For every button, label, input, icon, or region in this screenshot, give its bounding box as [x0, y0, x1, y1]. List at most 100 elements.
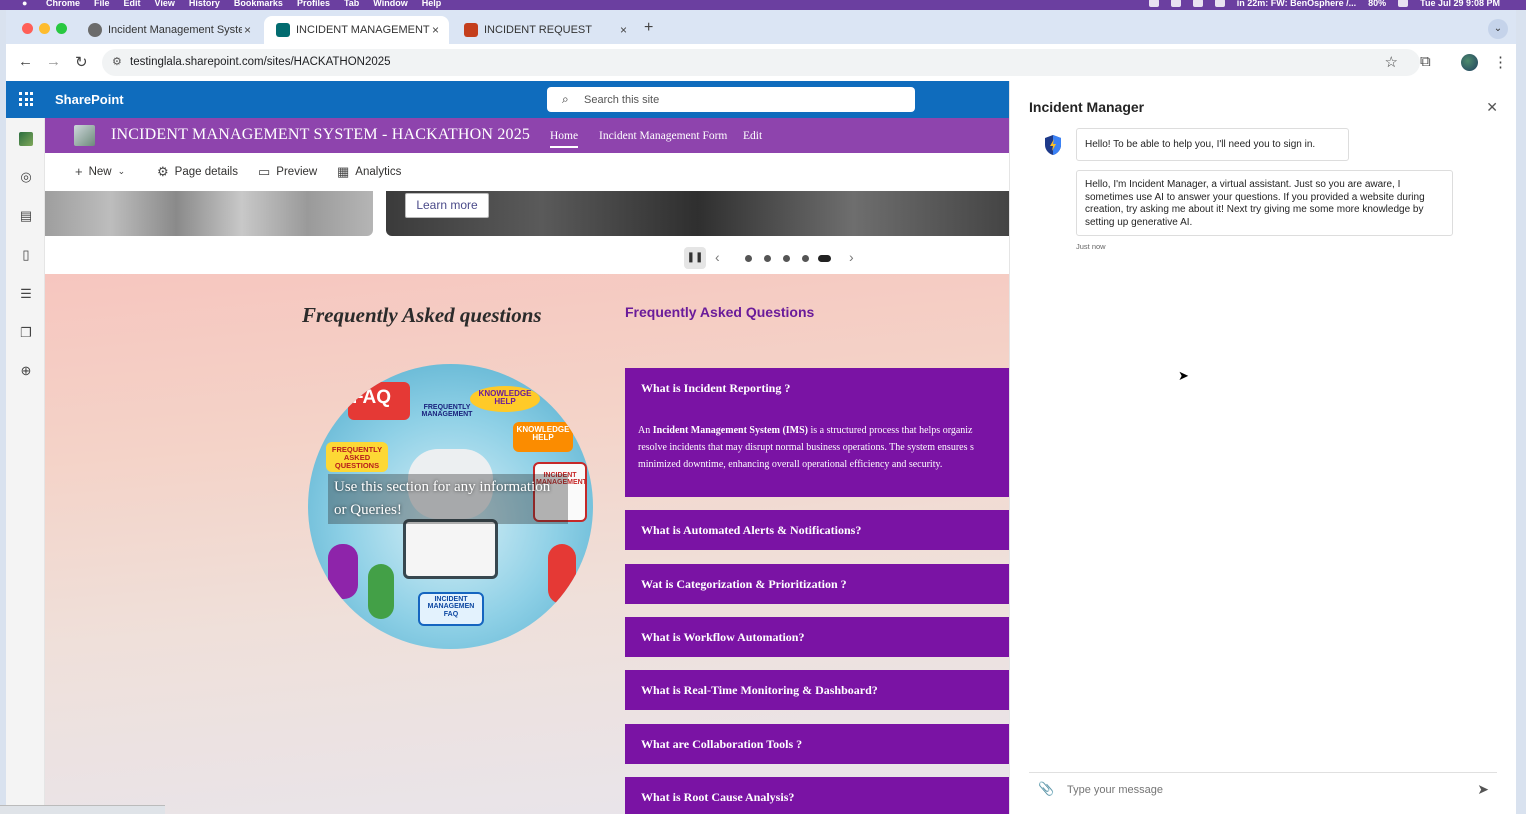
address-bar[interactable]: ⚙ testinglala.sharepoint.com/sites/HACKA…: [102, 49, 1420, 76]
back-icon[interactable]: ←: [18, 53, 33, 70]
faq-item[interactable]: Wat is Categorization & Prioritization ?: [625, 564, 1009, 604]
carousel-dot[interactable]: [764, 255, 771, 262]
clock[interactable]: Tue Jul 29 9:08 PM: [1420, 0, 1500, 8]
sharepoint-brand[interactable]: SharePoint: [55, 92, 124, 107]
site-logo-icon[interactable]: [19, 132, 33, 146]
close-window-button[interactable]: [22, 23, 33, 34]
faq-question[interactable]: What is Root Cause Analysis?: [641, 790, 794, 805]
globe-icon[interactable]: ◎: [19, 170, 33, 184]
faq-item[interactable]: What is Automated Alerts & Notifications…: [625, 510, 1009, 550]
more-menu-icon[interactable]: ⋮: [1493, 53, 1508, 71]
site-title[interactable]: INCIDENT MANAGEMENT SYSTEM - HACKATHON 2…: [111, 126, 530, 144]
preview-button[interactable]: ▭ Preview: [258, 164, 317, 180]
tab-title: INCIDENT MANAGEMENT SYSTEM: [296, 24, 430, 36]
carousel-dot-active[interactable]: [818, 255, 831, 262]
new-tab-button[interactable]: +: [644, 19, 653, 37]
faq-item[interactable]: What is Root Cause Analysis?: [625, 777, 1009, 814]
site-search-box[interactable]: ⌕ Search this site: [547, 87, 915, 112]
add-icon[interactable]: ⊕: [19, 364, 33, 378]
profile-avatar[interactable]: [1461, 54, 1478, 71]
tab-title: Incident Management System: [108, 24, 242, 36]
browser-tab[interactable]: Incident Management System ×: [76, 16, 261, 44]
status-icon[interactable]: [1170, 0, 1181, 7]
analytics-button[interactable]: ▦ Analytics: [337, 164, 401, 180]
person-shape: [548, 544, 576, 604]
nav-incident-form[interactable]: Incident Management Form: [599, 130, 727, 142]
zoom-window-button[interactable]: [56, 23, 67, 34]
menu-file[interactable]: File: [94, 0, 110, 8]
reload-icon[interactable]: ↻: [75, 53, 88, 71]
menu-view[interactable]: View: [155, 0, 175, 8]
menu-help[interactable]: Help: [422, 0, 442, 8]
battery-status[interactable]: 80%: [1368, 0, 1386, 8]
menu-edit[interactable]: Edit: [124, 0, 141, 8]
bot-shield-icon: [1045, 135, 1061, 155]
chat-message-input[interactable]: [1067, 779, 1457, 801]
tab-search-icon[interactable]: ⌄: [1488, 19, 1508, 39]
preview-label: Preview: [276, 166, 318, 178]
frequently-asked-label: FREQUENTLY ASKED QUESTIONS: [331, 445, 383, 470]
learn-more-button[interactable]: Learn more: [405, 193, 489, 218]
url-text[interactable]: testinglala.sharepoint.com/sites/HACKATH…: [130, 56, 391, 68]
list-icon[interactable]: ☰: [19, 287, 33, 301]
faq-item-expanded[interactable]: What is Incident Reporting ? An Incident…: [625, 368, 1009, 497]
faq-heading: Frequently Asked questions: [302, 303, 542, 327]
nav-edit[interactable]: Edit: [743, 130, 762, 142]
menu-window[interactable]: Window: [373, 0, 407, 8]
status-icon[interactable]: [1214, 0, 1225, 7]
faq-question[interactable]: Wat is Categorization & Prioritization ?: [641, 577, 847, 592]
faq-question[interactable]: What is Automated Alerts & Notifications…: [641, 523, 861, 538]
calendar-status[interactable]: in 22m: FW: BenOsphere /...: [1237, 0, 1356, 8]
page-details-button[interactable]: ⚙ Page details: [157, 164, 238, 180]
search-icon: ⌕: [562, 92, 569, 106]
menu-history[interactable]: History: [189, 0, 220, 8]
site-info-icon[interactable]: ⚙: [112, 55, 122, 68]
gear-icon: ⚙: [157, 164, 169, 179]
send-icon[interactable]: ➤: [1477, 781, 1489, 798]
faq-question[interactable]: What is Incident Reporting ?: [641, 381, 790, 396]
hero-image[interactable]: [45, 191, 373, 236]
extensions-icon[interactable]: ⧉: [1420, 53, 1431, 70]
wifi-icon[interactable]: [1398, 0, 1409, 7]
faq-question[interactable]: What is Workflow Automation?: [641, 630, 804, 645]
app-launcher-icon[interactable]: [19, 92, 33, 106]
menu-app[interactable]: Chrome: [46, 0, 80, 8]
carousel-dot[interactable]: [745, 255, 752, 262]
faq-item[interactable]: What are Collaboration Tools ?: [625, 724, 1009, 764]
faq-illustration: FAQ FREQUENTLY MANAGEMENT KNOWLEDGE HELP…: [308, 364, 593, 649]
close-tab-icon[interactable]: ×: [244, 23, 251, 37]
site-logo[interactable]: [74, 125, 95, 146]
apple-icon[interactable]: ●: [22, 0, 32, 8]
menu-bookmarks[interactable]: Bookmarks: [234, 0, 283, 8]
pause-icon[interactable]: ❚❚: [684, 247, 706, 269]
copy-icon[interactable]: ❐: [19, 326, 33, 340]
status-icon[interactable]: [1148, 0, 1159, 7]
carousel-dot[interactable]: [783, 255, 790, 262]
faq-item[interactable]: What is Real-Time Monitoring & Dashboard…: [625, 670, 1009, 710]
browser-tab-active[interactable]: INCIDENT MANAGEMENT SYSTEM ×: [264, 16, 449, 44]
menu-profiles[interactable]: Profiles: [297, 0, 330, 8]
attachment-icon[interactable]: 📎: [1038, 781, 1054, 797]
document-icon[interactable]: ▯: [19, 248, 33, 262]
monitor-shape: [403, 519, 498, 579]
faq-item[interactable]: What is Workflow Automation?: [625, 617, 1009, 657]
carousel-dot[interactable]: [802, 255, 809, 262]
nav-home[interactable]: Home: [550, 130, 579, 148]
new-button[interactable]: + New ⌄: [75, 164, 125, 179]
menu-tab[interactable]: Tab: [344, 0, 359, 8]
close-tab-icon[interactable]: ×: [432, 23, 439, 37]
close-icon[interactable]: ✕: [1486, 99, 1498, 116]
faq-question[interactable]: What is Real-Time Monitoring & Dashboard…: [641, 683, 878, 698]
close-tab-icon[interactable]: ×: [620, 23, 627, 37]
status-icon[interactable]: [1192, 0, 1203, 7]
forward-icon[interactable]: →: [46, 53, 61, 70]
chevron-right-icon[interactable]: ›: [849, 249, 854, 265]
faq-question[interactable]: What are Collaboration Tools ?: [641, 737, 802, 752]
news-icon[interactable]: ▤: [19, 209, 33, 223]
download-bar: [0, 805, 165, 814]
minimize-window-button[interactable]: [39, 23, 50, 34]
bookmark-star-icon[interactable]: ☆: [1385, 53, 1398, 71]
chevron-left-icon[interactable]: ‹: [715, 249, 720, 265]
command-bar: + New ⌄ ⚙ Page details ▭ Preview ▦ Analy…: [45, 153, 1009, 191]
browser-tab[interactable]: INCIDENT REQUEST ×: [452, 16, 637, 44]
